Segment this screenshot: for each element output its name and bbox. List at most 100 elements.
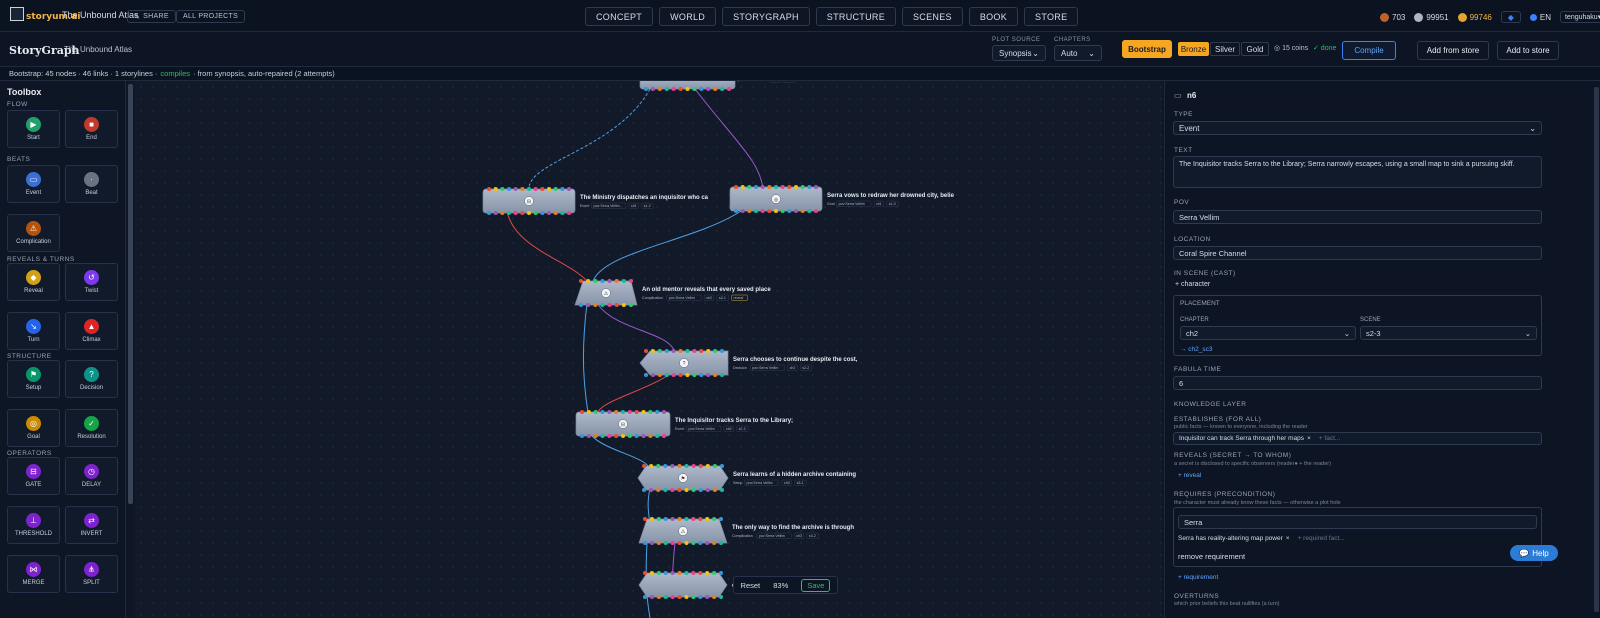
output-port[interactable]	[649, 541, 654, 545]
output-port[interactable]	[747, 209, 752, 213]
input-port[interactable]	[712, 571, 717, 575]
output-port[interactable]	[691, 488, 696, 492]
output-port[interactable]	[684, 541, 689, 545]
input-port[interactable]	[719, 571, 723, 575]
input-port[interactable]	[754, 185, 758, 189]
tool-complication[interactable]: ⚠ Complication	[7, 214, 60, 252]
output-port[interactable]	[663, 595, 668, 599]
output-port[interactable]	[547, 211, 551, 215]
output-port[interactable]	[807, 209, 812, 213]
input-port[interactable]	[593, 279, 598, 283]
output-port[interactable]	[580, 434, 584, 438]
input-port[interactable]	[600, 279, 605, 283]
output-port[interactable]	[685, 87, 690, 91]
input-port[interactable]	[692, 349, 697, 353]
tool-turn[interactable]: ↘ Turn	[7, 312, 60, 350]
input-port[interactable]	[677, 464, 682, 468]
input-port[interactable]	[649, 517, 654, 521]
output-port[interactable]	[698, 595, 703, 599]
output-port[interactable]	[643, 541, 647, 545]
input-port[interactable]	[699, 349, 704, 353]
tool-reveal[interactable]: ◆ Reveal	[7, 263, 60, 301]
input-port[interactable]	[649, 571, 654, 575]
graph-canvas[interactable]: ⊟ The Ministry dispatches an inquisitor w…	[135, 81, 1162, 618]
input-port[interactable]	[600, 410, 605, 414]
compile-button[interactable]: Compile	[1342, 41, 1396, 60]
output-port[interactable]	[720, 488, 724, 492]
output-port[interactable]	[540, 211, 545, 215]
output-port[interactable]	[663, 488, 668, 492]
output-port[interactable]	[649, 488, 654, 492]
input-port[interactable]	[794, 185, 798, 189]
output-port[interactable]	[643, 595, 647, 599]
input-port[interactable]	[760, 185, 765, 189]
output-port[interactable]	[520, 211, 525, 215]
output-port[interactable]	[634, 434, 639, 438]
input-port[interactable]	[553, 187, 558, 191]
input-port[interactable]	[527, 187, 531, 191]
output-port[interactable]	[705, 595, 710, 599]
output-port[interactable]	[719, 541, 723, 545]
graph-node-n6[interactable]: ⊟ The Inquisitor tracks Serra to the Libr…	[575, 410, 793, 438]
input-port[interactable]	[621, 410, 625, 414]
output-port[interactable]	[648, 434, 653, 438]
input-port[interactable]	[586, 410, 591, 414]
output-port[interactable]	[691, 541, 696, 545]
input-port[interactable]	[677, 571, 682, 575]
location-field[interactable]: Coral Spire Channel	[1173, 246, 1542, 260]
output-port[interactable]	[706, 87, 711, 91]
input-port[interactable]	[706, 349, 711, 353]
output-port[interactable]	[627, 434, 632, 438]
input-port[interactable]	[607, 279, 612, 283]
output-port[interactable]	[600, 303, 605, 307]
add-from-store-button[interactable]: Add from store	[1417, 41, 1489, 60]
output-port[interactable]	[684, 488, 689, 492]
reset-button[interactable]: Reset	[741, 581, 761, 590]
input-port[interactable]	[634, 410, 639, 414]
output-port[interactable]	[662, 434, 666, 438]
output-port[interactable]	[794, 209, 798, 213]
output-port[interactable]	[691, 595, 696, 599]
output-port[interactable]	[650, 87, 655, 91]
output-port[interactable]	[692, 87, 697, 91]
output-port[interactable]	[713, 87, 718, 91]
output-port[interactable]	[814, 209, 818, 213]
tier-gold[interactable]: Gold	[1241, 42, 1269, 56]
output-port[interactable]	[586, 434, 591, 438]
save-button[interactable]: Save	[801, 578, 831, 592]
input-port[interactable]	[649, 464, 654, 468]
input-port[interactable]	[643, 571, 647, 575]
input-port[interactable]	[656, 571, 661, 575]
text-area[interactable]: The Inquisitor tracks Serra to the Libra…	[1173, 156, 1542, 188]
input-port[interactable]	[655, 410, 660, 414]
output-port[interactable]	[678, 373, 683, 377]
gem-shop-button[interactable]: ◆	[1500, 11, 1521, 23]
output-port[interactable]	[527, 211, 531, 215]
output-port[interactable]	[656, 488, 661, 492]
input-port[interactable]	[487, 187, 491, 191]
output-port[interactable]	[644, 373, 648, 377]
input-port[interactable]	[705, 464, 710, 468]
output-port[interactable]	[677, 541, 682, 545]
output-port[interactable]	[500, 211, 505, 215]
output-port[interactable]	[698, 488, 703, 492]
tier-bronze[interactable]: Bronze	[1178, 42, 1209, 56]
scene-select[interactable]: s2-3 ⌄	[1360, 326, 1537, 340]
nav-tab-store[interactable]: STORE	[1024, 7, 1079, 26]
output-port[interactable]	[655, 434, 660, 438]
output-port[interactable]	[698, 541, 703, 545]
output-port[interactable]	[642, 488, 646, 492]
input-port[interactable]	[670, 571, 675, 575]
input-port[interactable]	[560, 187, 565, 191]
output-port[interactable]	[607, 303, 612, 307]
output-port[interactable]	[649, 595, 654, 599]
input-port[interactable]	[670, 464, 675, 468]
graph-node-n7[interactable]: ⚑ Serra learns of a hidden archive contai…	[637, 464, 856, 492]
output-port[interactable]	[579, 303, 583, 307]
output-port[interactable]	[656, 595, 661, 599]
input-port[interactable]	[774, 185, 778, 189]
output-port[interactable]	[621, 434, 625, 438]
input-port[interactable]	[719, 517, 723, 521]
required-fact-input[interactable]: + required fact...	[1298, 535, 1345, 542]
graph-node-n4[interactable]: ⚠ An old mentor reveals that every saved …	[574, 279, 771, 307]
